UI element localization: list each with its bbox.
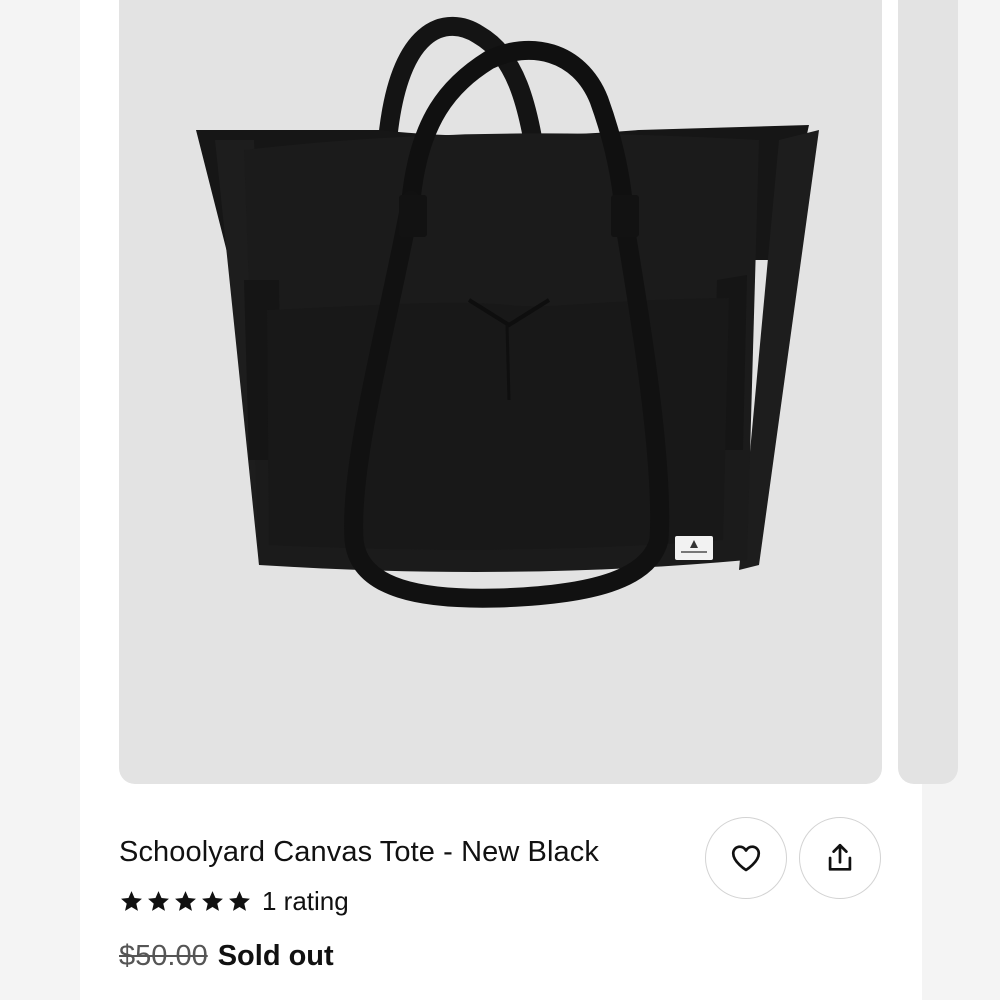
star-icon — [229, 890, 250, 911]
heart-icon — [731, 845, 761, 872]
share-button[interactable] — [799, 817, 881, 899]
rating-row[interactable]: 1 rating — [119, 884, 349, 918]
star-icon — [148, 890, 169, 911]
product-image — [196, 16, 819, 608]
star-icon — [121, 890, 142, 911]
product-title: Schoolyard Canvas Tote - New Black — [119, 836, 599, 868]
original-price: $50.00 — [119, 939, 208, 972]
star-icon — [175, 890, 196, 911]
star-rating — [119, 889, 252, 914]
sold-out-status: Sold out — [217, 939, 334, 972]
star-icon — [202, 890, 223, 911]
favorite-button[interactable] — [705, 817, 787, 899]
share-icon — [828, 843, 852, 871]
rating-count[interactable]: 1 rating — [262, 886, 349, 917]
next-image-card[interactable] — [898, 0, 958, 784]
product-image-card[interactable] — [119, 0, 882, 784]
price-row: $50.00 Sold out — [119, 936, 334, 976]
